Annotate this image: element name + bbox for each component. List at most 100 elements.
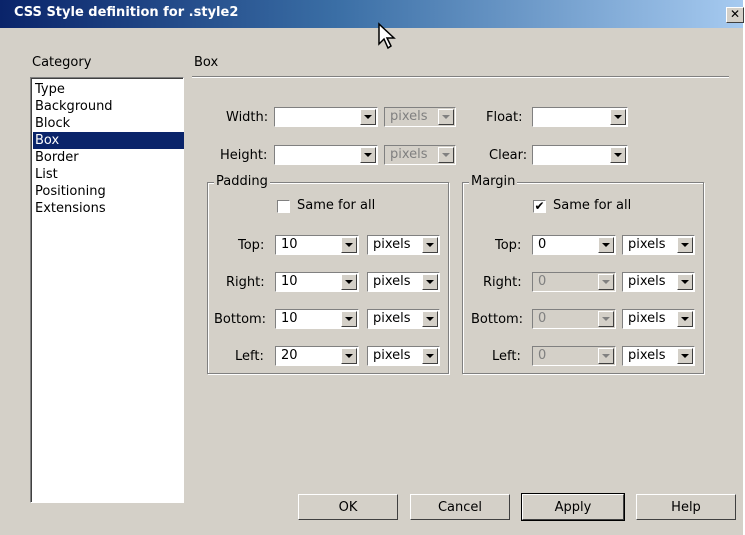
padding-left-unit-select[interactable]: pixels bbox=[367, 346, 440, 366]
title-bar[interactable]: CSS Style definition for .style2 ✕ bbox=[0, 0, 744, 28]
margin-left-value: 0 bbox=[538, 348, 547, 363]
help-button[interactable]: Help bbox=[636, 494, 736, 520]
heading-divider bbox=[192, 76, 729, 78]
padding-bottom-value: 10 bbox=[281, 311, 298, 326]
margin-right-unit: pixels bbox=[628, 274, 666, 289]
chevron-down-icon[interactable] bbox=[341, 348, 357, 364]
padding-group-title: Padding bbox=[214, 174, 270, 189]
margin-bottom-unit: pixels bbox=[628, 311, 666, 326]
clear-select[interactable] bbox=[532, 145, 628, 165]
height-combo[interactable] bbox=[274, 145, 378, 165]
width-unit-select: pixels bbox=[384, 107, 456, 127]
chevron-down-icon bbox=[598, 348, 614, 364]
float-label: Float: bbox=[486, 110, 523, 125]
chevron-down-icon[interactable] bbox=[610, 147, 626, 163]
window-title: CSS Style definition for .style2 bbox=[14, 5, 239, 20]
margin-bottom-label: Bottom: bbox=[471, 312, 524, 327]
margin-left-unit-select[interactable]: pixels bbox=[622, 346, 695, 366]
padding-bottom-unit-select[interactable]: pixels bbox=[367, 309, 440, 329]
margin-group-title: Margin bbox=[469, 174, 518, 189]
padding-left-combo[interactable]: 20 bbox=[275, 346, 359, 366]
category-item-positioning[interactable]: Positioning bbox=[33, 183, 184, 200]
margin-same-checkbox[interactable]: ✔ bbox=[533, 200, 546, 213]
padding-top-unit: pixels bbox=[373, 237, 411, 252]
css-style-dialog: CSS Style definition for .style2 ✕ Categ… bbox=[0, 0, 744, 535]
margin-right-value: 0 bbox=[538, 274, 547, 289]
chevron-down-icon bbox=[438, 147, 454, 163]
padding-left-unit: pixels bbox=[373, 348, 411, 363]
category-item-extensions[interactable]: Extensions bbox=[33, 200, 184, 217]
padding-right-label: Right: bbox=[226, 275, 265, 290]
padding-right-combo[interactable]: 10 bbox=[275, 272, 359, 292]
category-item-border[interactable]: Border bbox=[33, 149, 184, 166]
chevron-down-icon[interactable] bbox=[677, 274, 693, 290]
margin-same-label: Same for all bbox=[553, 198, 632, 213]
chevron-down-icon[interactable] bbox=[422, 311, 438, 327]
margin-top-combo[interactable]: 0 bbox=[532, 235, 616, 255]
padding-left-value: 20 bbox=[281, 348, 298, 363]
margin-right-combo: 0 bbox=[532, 272, 616, 292]
margin-top-label: Top: bbox=[495, 238, 522, 253]
padding-bottom-unit: pixels bbox=[373, 311, 411, 326]
chevron-down-icon[interactable] bbox=[341, 311, 357, 327]
margin-bottom-value: 0 bbox=[538, 311, 547, 326]
margin-top-unit-select[interactable]: pixels bbox=[622, 235, 695, 255]
height-unit-select: pixels bbox=[384, 145, 456, 165]
chevron-down-icon[interactable] bbox=[422, 274, 438, 290]
chevron-down-icon bbox=[438, 109, 454, 125]
width-combo[interactable] bbox=[274, 107, 378, 127]
margin-top-value: 0 bbox=[538, 237, 547, 252]
chevron-down-icon[interactable] bbox=[360, 147, 376, 163]
chevron-down-icon bbox=[598, 311, 614, 327]
chevron-down-icon[interactable] bbox=[598, 237, 614, 253]
category-item-list[interactable]: List bbox=[33, 166, 184, 183]
padding-left-label: Left: bbox=[235, 349, 264, 364]
chevron-down-icon[interactable] bbox=[677, 348, 693, 364]
chevron-down-icon[interactable] bbox=[422, 237, 438, 253]
category-heading: Category bbox=[32, 55, 92, 70]
close-icon: ✕ bbox=[729, 7, 741, 21]
chevron-down-icon[interactable] bbox=[610, 109, 626, 125]
chevron-down-icon[interactable] bbox=[677, 311, 693, 327]
margin-right-label: Right: bbox=[483, 275, 522, 290]
chevron-down-icon[interactable] bbox=[677, 237, 693, 253]
chevron-down-icon bbox=[598, 274, 614, 290]
chevron-down-icon[interactable] bbox=[341, 237, 357, 253]
apply-button[interactable]: Apply bbox=[521, 493, 625, 521]
width-label: Width: bbox=[226, 110, 269, 125]
clear-label: Clear: bbox=[489, 148, 528, 163]
category-item-type[interactable]: Type bbox=[33, 81, 184, 98]
category-list[interactable]: Type Background Block Box Border List Po… bbox=[30, 77, 184, 503]
padding-bottom-combo[interactable]: 10 bbox=[275, 309, 359, 329]
ok-button[interactable]: OK bbox=[298, 494, 398, 520]
margin-bottom-unit-select[interactable]: pixels bbox=[622, 309, 695, 329]
category-item-block[interactable]: Block bbox=[33, 115, 184, 132]
padding-top-unit-select[interactable]: pixels bbox=[367, 235, 440, 255]
margin-right-unit-select[interactable]: pixels bbox=[622, 272, 695, 292]
chevron-down-icon[interactable] bbox=[360, 109, 376, 125]
padding-same-checkbox[interactable] bbox=[277, 200, 290, 213]
height-unit-value: pixels bbox=[390, 147, 428, 162]
padding-right-unit-select[interactable]: pixels bbox=[367, 272, 440, 292]
height-label: Height: bbox=[220, 148, 268, 163]
panel-heading: Box bbox=[194, 55, 219, 70]
close-button[interactable]: ✕ bbox=[726, 7, 744, 23]
padding-top-combo[interactable]: 10 bbox=[275, 235, 359, 255]
padding-top-value: 10 bbox=[281, 237, 298, 252]
padding-same-label: Same for all bbox=[297, 198, 376, 213]
category-item-box[interactable]: Box bbox=[33, 132, 184, 149]
margin-left-unit: pixels bbox=[628, 348, 666, 363]
padding-right-value: 10 bbox=[281, 274, 298, 289]
category-item-background[interactable]: Background bbox=[33, 98, 184, 115]
margin-left-label: Left: bbox=[492, 349, 521, 364]
padding-bottom-label: Bottom: bbox=[214, 312, 267, 327]
cancel-button[interactable]: Cancel bbox=[410, 494, 510, 520]
float-select[interactable] bbox=[532, 107, 628, 127]
width-unit-value: pixels bbox=[390, 109, 428, 124]
margin-top-unit: pixels bbox=[628, 237, 666, 252]
margin-bottom-combo: 0 bbox=[532, 309, 616, 329]
padding-right-unit: pixels bbox=[373, 274, 411, 289]
chevron-down-icon[interactable] bbox=[341, 274, 357, 290]
padding-top-label: Top: bbox=[238, 238, 265, 253]
chevron-down-icon[interactable] bbox=[422, 348, 438, 364]
